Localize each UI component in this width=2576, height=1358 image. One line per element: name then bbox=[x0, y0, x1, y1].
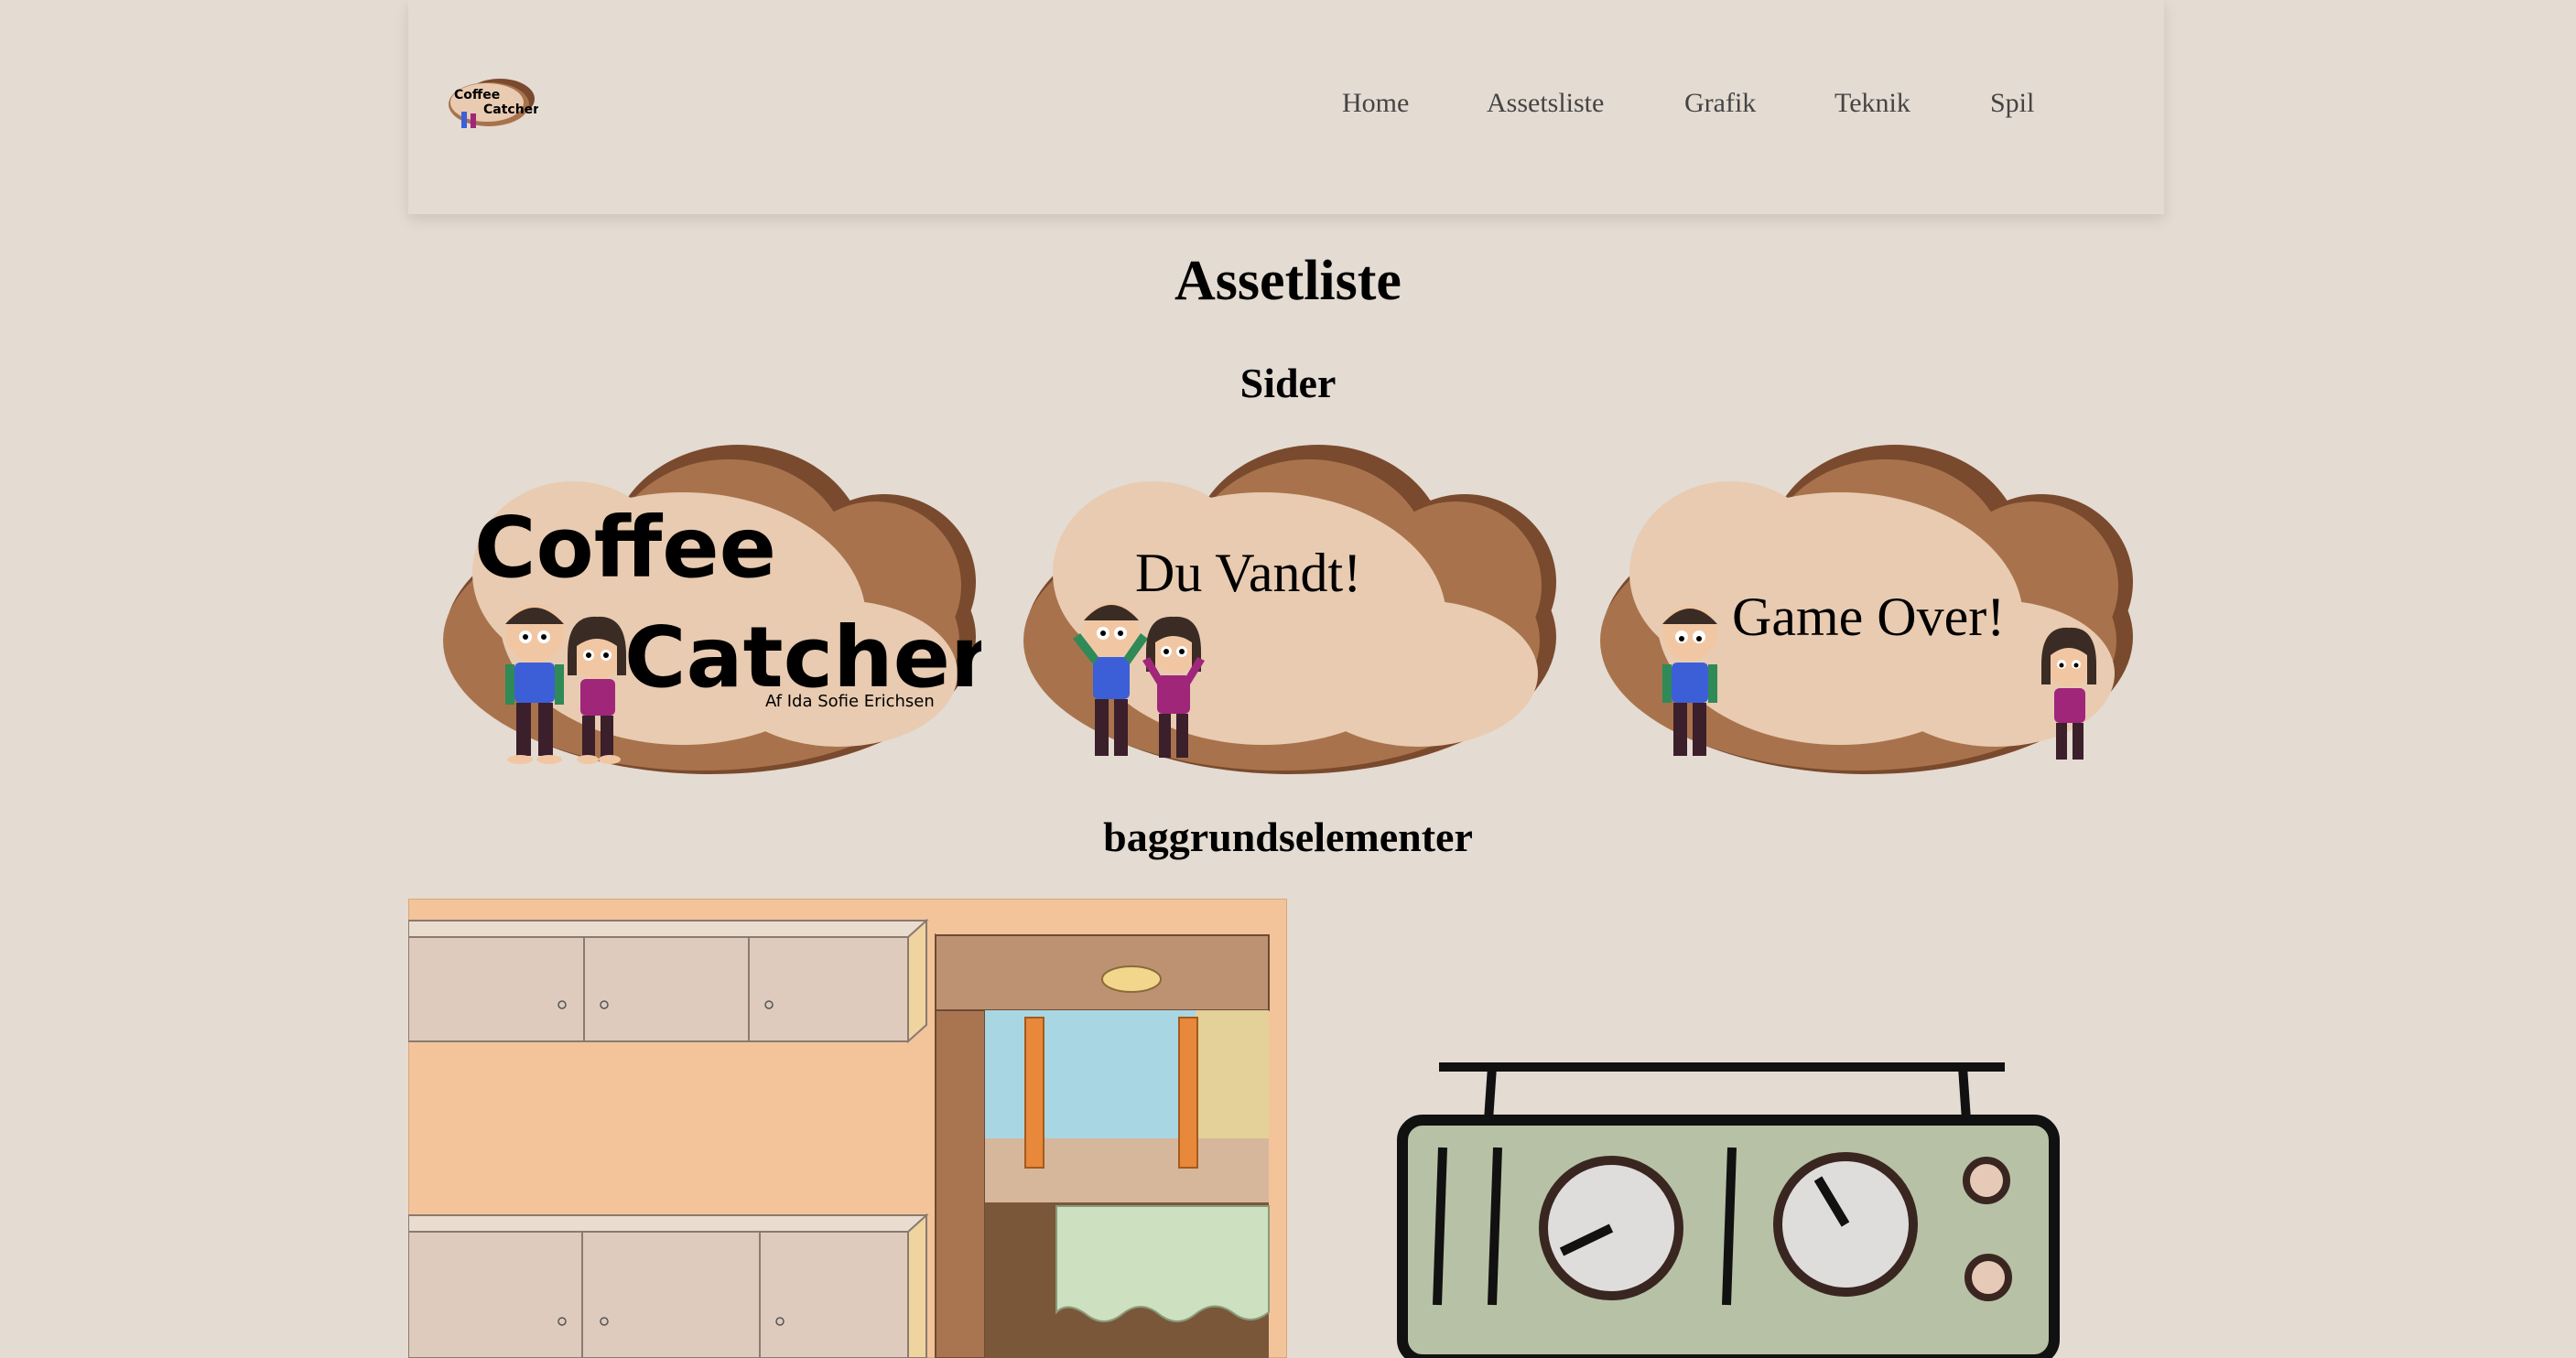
left-dial[interactable] bbox=[1539, 1156, 1683, 1300]
win-page-cloud: Du Vandt! bbox=[1023, 445, 1556, 774]
nav-spil[interactable]: Spil bbox=[1990, 88, 2034, 119]
section-heading-background: baggrundselementer bbox=[1103, 814, 1473, 860]
radio-button-bottom[interactable] bbox=[1964, 1254, 2012, 1301]
radio-button-top[interactable] bbox=[1963, 1157, 2010, 1204]
lose-page-image: Game Over! bbox=[1600, 445, 2133, 774]
win-text: Du Vandt! bbox=[1135, 543, 1361, 603]
doorway bbox=[935, 932, 1270, 1358]
lower-cabinets bbox=[408, 1212, 929, 1358]
radio-image bbox=[1397, 1062, 2060, 1358]
right-dial[interactable] bbox=[1773, 1152, 1918, 1297]
win-page-image bbox=[1016, 0, 1562, 331]
section-heading-pages: Sider bbox=[1239, 360, 1337, 406]
lose-text: Game Over! bbox=[1732, 587, 2005, 647]
kitchen-background-image bbox=[408, 899, 1287, 1358]
nav-teknik[interactable]: Teknik bbox=[1835, 88, 1910, 119]
upper-cabinets bbox=[408, 918, 929, 1044]
start-page-image: Coffee Catcher Af Ida Sofie Erichsen bbox=[443, 445, 981, 774]
start-title-line1: Coffee bbox=[474, 499, 776, 597]
nav-grafik[interactable]: Grafik bbox=[1684, 88, 1756, 119]
start-byline: Af Ida Sofie Erichsen bbox=[765, 692, 935, 711]
